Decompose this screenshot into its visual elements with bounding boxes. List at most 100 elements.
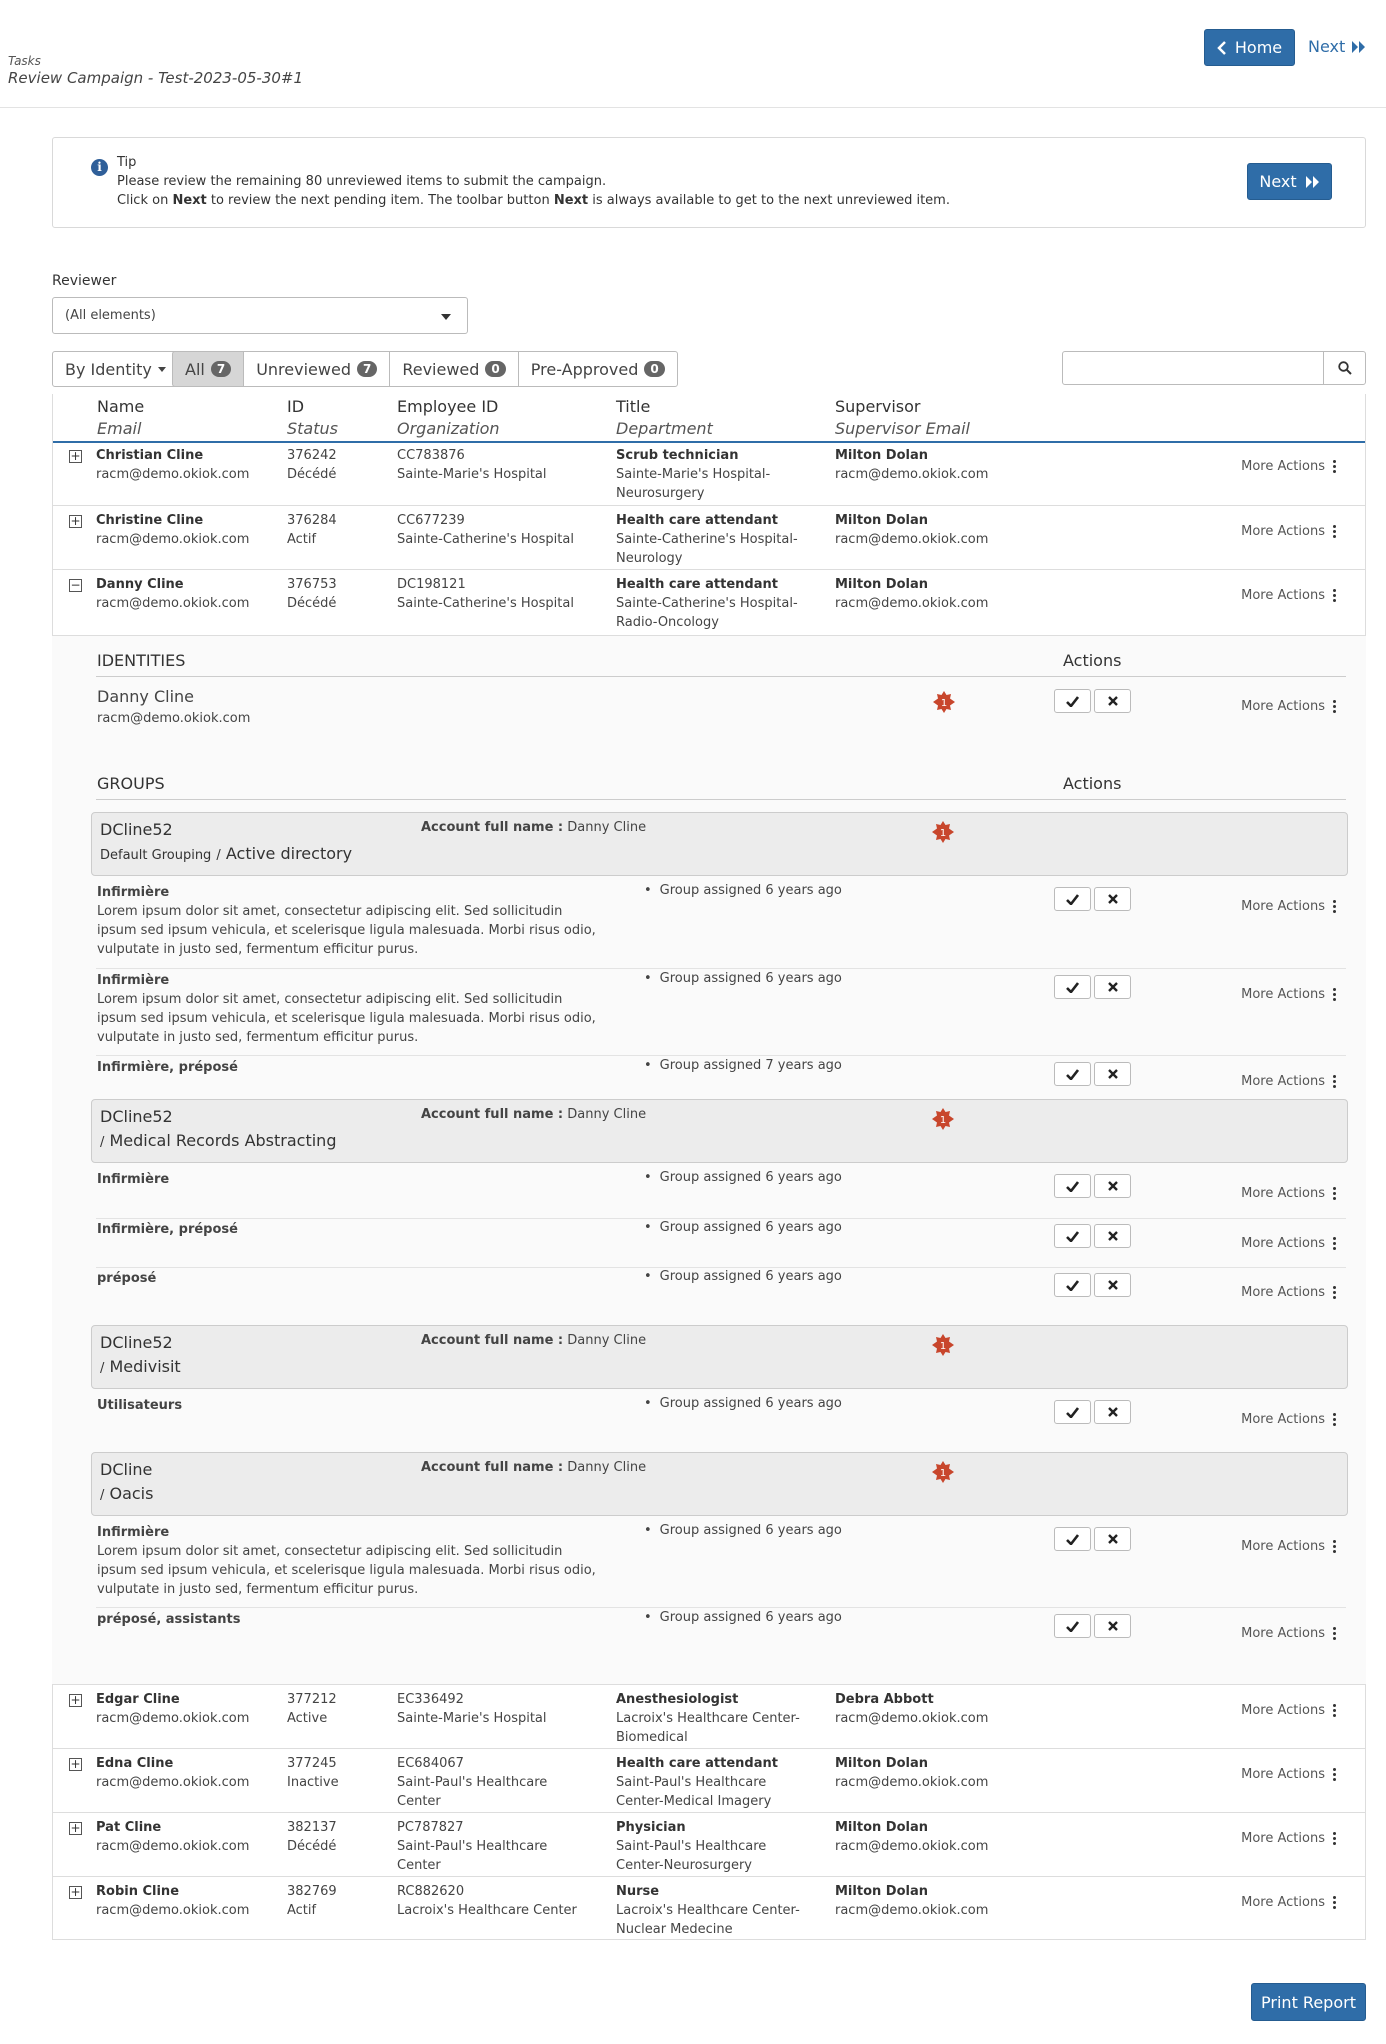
more-actions-menu[interactable]: More Actions — [1241, 1285, 1336, 1300]
filter-all[interactable]: All 7 — [172, 351, 245, 387]
column-header-name[interactable]: Name Email — [97, 397, 144, 438]
tip-next-button[interactable]: Next — [1247, 163, 1332, 200]
revoke-button[interactable] — [1094, 1273, 1131, 1297]
revoke-button[interactable] — [1094, 689, 1131, 713]
more-actions-menu[interactable]: More Actions — [1241, 699, 1336, 714]
more-vertical-icon — [1333, 589, 1336, 602]
id-header: ID — [287, 397, 305, 416]
group-name-link[interactable]: préposé — [97, 1269, 156, 1288]
revoke-button[interactable] — [1094, 1224, 1131, 1248]
reviewer-select[interactable]: (All elements) — [52, 297, 468, 334]
more-actions-menu[interactable]: More Actions — [1241, 1767, 1336, 1782]
revoke-button[interactable] — [1094, 1527, 1131, 1551]
more-actions-menu[interactable]: More Actions — [1241, 588, 1336, 603]
group-name-link[interactable]: Infirmière — [97, 1523, 169, 1542]
supervisor-email: racm@demo.okiok.com — [835, 1903, 989, 1918]
group-name-link[interactable]: préposé, assistants — [97, 1610, 240, 1629]
more-actions-menu[interactable]: More Actions — [1241, 1703, 1336, 1718]
expand-icon[interactable]: + — [69, 1822, 82, 1835]
group-name-link[interactable]: Utilisateurs — [97, 1396, 182, 1415]
expand-icon[interactable]: + — [69, 1886, 82, 1899]
approve-button[interactable] — [1054, 1174, 1091, 1198]
employee-cell: CC783876 Sainte-Marie's Hospital — [397, 446, 547, 484]
column-header-supervisor[interactable]: Supervisor Supervisor Email — [835, 397, 970, 438]
group-name-link[interactable]: Infirmière — [97, 883, 169, 902]
tip-text: is always available to get to the next u… — [588, 193, 950, 208]
section-divider — [96, 676, 1346, 677]
identity-name: Robin Cline — [96, 1884, 180, 1899]
group-name-link[interactable]: Infirmière — [97, 971, 169, 990]
assignment-info: Group assigned 6 years ago — [644, 971, 842, 986]
employee-cell: EC684067 Saint-Paul's Healthcare Center — [397, 1754, 547, 1811]
more-actions-menu[interactable]: More Actions — [1241, 1074, 1336, 1089]
search-button[interactable] — [1323, 351, 1366, 385]
approve-button[interactable] — [1054, 1614, 1091, 1638]
svg-text:1: 1 — [940, 1468, 946, 1479]
next-link[interactable]: Next — [1308, 37, 1366, 56]
more-actions-menu[interactable]: More Actions — [1241, 987, 1336, 1002]
expand-icon[interactable]: + — [69, 450, 82, 463]
approve-button[interactable] — [1054, 689, 1091, 713]
more-actions-menu[interactable]: More Actions — [1241, 1895, 1336, 1910]
by-identity-dropdown[interactable]: By Identity — [52, 351, 179, 387]
column-header-id[interactable]: ID Status — [287, 397, 338, 438]
identity-name-link[interactable]: Danny Cline — [97, 687, 194, 706]
more-actions-menu[interactable]: More Actions — [1241, 1831, 1336, 1846]
group-name-link[interactable]: Infirmière — [97, 1170, 169, 1189]
approve-button[interactable] — [1054, 1224, 1091, 1248]
column-header-title[interactable]: Title Department — [616, 397, 713, 438]
revoke-button[interactable] — [1094, 1614, 1131, 1638]
revoke-button[interactable] — [1094, 1062, 1131, 1086]
search-input[interactable] — [1062, 351, 1324, 385]
group-name-link[interactable]: Infirmière, préposé — [97, 1220, 238, 1239]
supervisor-name: Milton Dolan — [835, 1820, 928, 1835]
svg-text:1: 1 — [941, 698, 947, 709]
filter-reviewed[interactable]: Reviewed 0 — [389, 351, 519, 387]
more-actions-label: More Actions — [1241, 1074, 1325, 1089]
expand-icon[interactable]: + — [69, 1758, 82, 1771]
breadcrumb[interactable]: Tasks — [8, 54, 41, 68]
expand-icon[interactable]: + — [69, 515, 82, 528]
identity-status: Active — [287, 1711, 328, 1726]
revoke-button[interactable] — [1094, 1400, 1131, 1424]
approve-button[interactable] — [1054, 1400, 1091, 1424]
more-actions-menu[interactable]: More Actions — [1241, 1236, 1336, 1251]
revoke-button[interactable] — [1094, 887, 1131, 911]
filter-unreviewed[interactable]: Unreviewed 7 — [243, 351, 391, 387]
more-actions-menu[interactable]: More Actions — [1241, 524, 1336, 539]
revoke-button[interactable] — [1094, 1174, 1131, 1198]
more-actions-menu[interactable]: More Actions — [1241, 459, 1336, 474]
item-divider — [96, 1218, 1346, 1219]
tip-next-word: Next — [172, 193, 207, 208]
filter-preapproved[interactable]: Pre-Approved 0 — [517, 351, 678, 387]
expand-icon[interactable]: + — [69, 1694, 82, 1707]
count-badge: 7 — [210, 361, 232, 377]
assignment-info: Group assigned 6 years ago — [644, 1610, 842, 1625]
organization: Sainte-Catherine's Hospital — [397, 532, 574, 547]
title-cell: Physician Saint-Paul's Healthcare Center-N… — [616, 1818, 766, 1875]
more-actions-menu[interactable]: More Actions — [1241, 1186, 1336, 1201]
more-actions-menu[interactable]: More Actions — [1241, 1412, 1336, 1427]
approve-button[interactable] — [1054, 1273, 1091, 1297]
approve-button[interactable] — [1054, 887, 1091, 911]
item-divider — [96, 1607, 1346, 1608]
path-separator: / — [100, 1361, 105, 1376]
department: Lacroix's Healthcare Center- — [616, 1711, 800, 1726]
print-report-button[interactable]: Print Report — [1251, 1983, 1366, 2021]
column-header-employee-id[interactable]: Employee ID Organization — [397, 397, 500, 438]
employee-id: EC684067 — [397, 1756, 464, 1771]
collapse-icon[interactable]: − — [69, 579, 82, 592]
approve-button[interactable] — [1054, 975, 1091, 999]
title-cell: Health care attendant Sainte-Catherine's … — [616, 575, 798, 632]
more-actions-menu[interactable]: More Actions — [1241, 1626, 1336, 1641]
approve-button[interactable] — [1054, 1062, 1091, 1086]
more-actions-menu[interactable]: More Actions — [1241, 899, 1336, 914]
pending-alert-icon: 1 — [932, 821, 954, 843]
group-name-link[interactable]: Infirmière, préposé — [97, 1058, 238, 1077]
approve-button[interactable] — [1054, 1527, 1091, 1551]
revoke-button[interactable] — [1094, 975, 1131, 999]
home-button[interactable]: Home — [1204, 29, 1295, 66]
more-actions-menu[interactable]: More Actions — [1241, 1539, 1336, 1554]
title-cell: Scrub technician Sainte-Marie's Hospital-… — [616, 446, 770, 503]
supervisor-name: Milton Dolan — [835, 513, 928, 528]
